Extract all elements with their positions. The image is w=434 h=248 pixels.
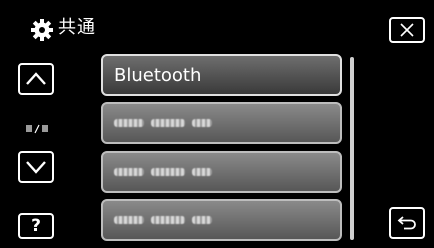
chevron-down-icon xyxy=(26,161,46,174)
gear-icon xyxy=(30,18,54,42)
page-indicator-icon xyxy=(26,119,50,134)
obscured-label xyxy=(114,168,212,176)
chevron-up-icon xyxy=(26,72,46,85)
back-button[interactable] xyxy=(389,207,425,239)
menu-item-obscured[interactable] xyxy=(101,199,342,241)
menu-item-label: Bluetooth xyxy=(114,64,202,86)
page-title: 共通 xyxy=(58,17,96,38)
close-icon xyxy=(400,23,414,37)
menu-item-obscured[interactable] xyxy=(101,151,342,193)
help-button[interactable]: ? xyxy=(18,213,54,239)
close-button[interactable] xyxy=(389,17,425,43)
scroll-down-button[interactable] xyxy=(18,151,54,183)
obscured-label xyxy=(114,216,212,224)
scroll-up-button[interactable] xyxy=(18,63,54,95)
menu-item-obscured[interactable] xyxy=(101,102,342,144)
return-icon xyxy=(397,216,416,230)
scrollbar[interactable] xyxy=(350,57,354,240)
menu-item-bluetooth[interactable]: Bluetooth xyxy=(101,54,342,96)
obscured-label xyxy=(114,119,212,127)
